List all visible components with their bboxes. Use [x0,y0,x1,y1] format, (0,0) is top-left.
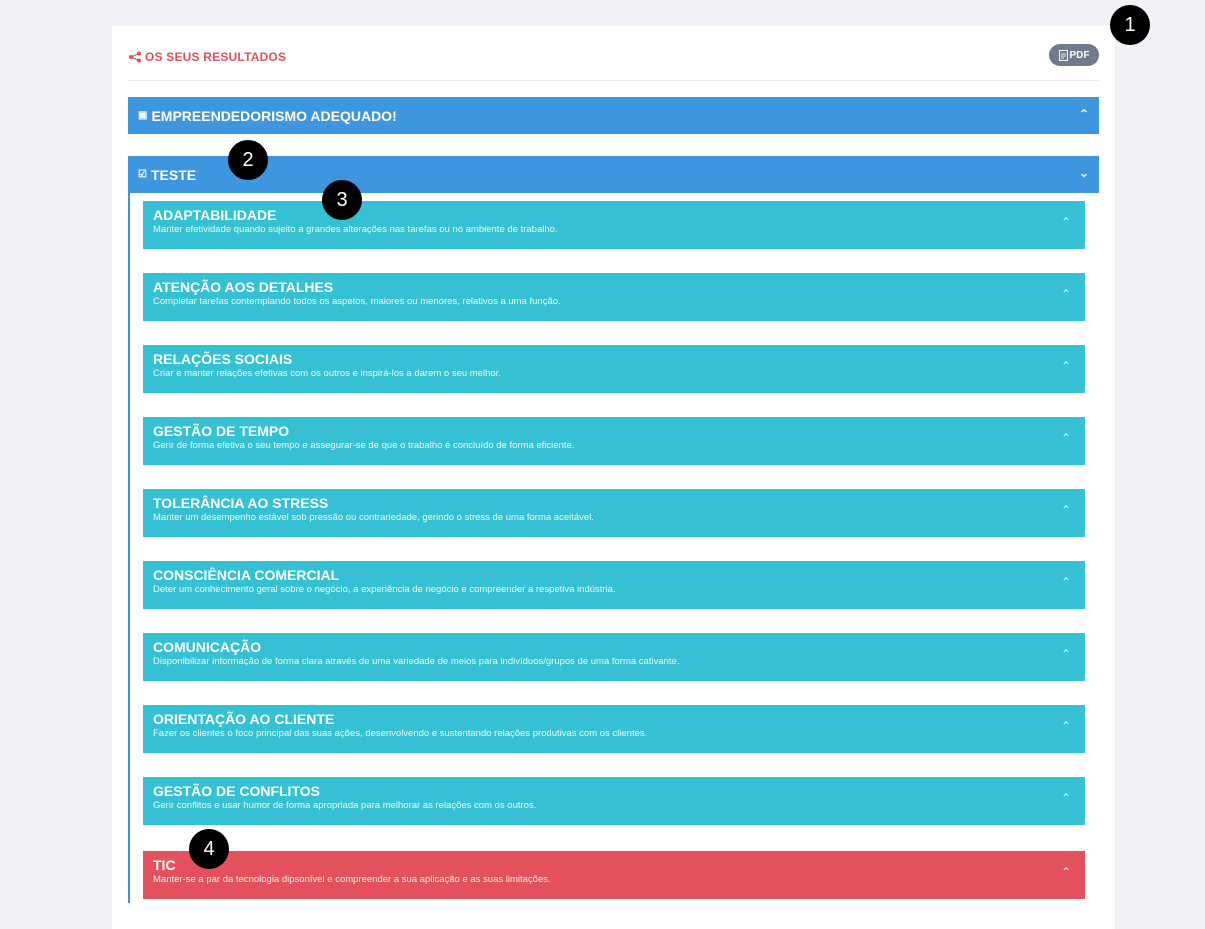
skill-description: Gerir conflitos e usar humor de forma ap… [153,800,537,811]
skill-description: Disponibilizar informação de forma clara… [153,656,680,667]
pdf-icon [1058,49,1068,61]
skill-title: TOLERÂNCIA AO STRESS [153,495,329,511]
skill-tic[interactable]: TIC Manter-se a par da tecnologia dipson… [143,851,1085,899]
skill-title: TIC [153,857,176,873]
chevron-up-icon[interactable]: ⌃ [1061,287,1071,301]
skill-title: ORIENTAÇÃO AO CLIENTE [153,711,335,727]
skill-description: Fazer os clientes o foco principal das s… [153,728,648,739]
checklist-icon: ☑ [138,169,147,180]
chevron-up-icon[interactable]: ⌃ [1061,575,1071,589]
skill-title: CONSCIÊNCIA COMERCIAL [153,567,340,583]
skill-title: GESTÃO DE CONFLITOS [153,783,320,799]
share-icon [129,51,141,63]
skill-description: Manter-se a par da tecnologia dipsonível… [153,874,551,885]
skill-title: COMUNICAÇÃO [153,639,262,655]
section-title: TESTE [150,166,197,183]
skill-title: ATENÇÃO AOS DETALHES [153,279,334,295]
section-title: EMPREENDEDORISMO ADEQUADO! [151,107,397,124]
section-teste[interactable]: ☑ TESTE ⌄ [128,156,1099,193]
skill-adaptabilidade[interactable]: ADAPTABILIDADE Manter efetividade quando… [143,201,1085,249]
callout-marker-3: 3 [322,180,362,220]
callout-marker-4: 4 [189,829,229,869]
pdf-button-label: PDF [1069,49,1090,61]
results-header: OS SEUS RESULTADOS PDF [128,42,1099,81]
skill-description: Manter efetividade quando sujeito a gran… [153,224,558,235]
skill-orientacao-ao-cliente[interactable]: ORIENTAÇÃO AO CLIENTE Fazer os clientes … [143,705,1085,753]
chevron-up-icon[interactable]: ⌃ [1061,865,1071,879]
chevron-up-icon[interactable]: ⌃ [1061,431,1071,445]
results-title-text: OS SEUS RESULTADOS [145,50,287,64]
chevron-down-icon[interactable]: ⌄ [1079,166,1089,180]
chevron-up-icon[interactable]: ⌃ [1061,791,1071,805]
chevron-up-icon[interactable]: ⌃ [1061,647,1071,661]
section-empreendedorismo[interactable]: ▣ EMPREENDEDORISMO ADEQUADO! ⌃ [128,97,1099,134]
chevron-up-icon[interactable]: ⌃ [1061,503,1071,517]
skill-relacoes-sociais[interactable]: RELAÇÕES SOCIAIS Criar e manter relações… [143,345,1085,393]
briefcase-icon: ▣ [138,110,148,121]
skill-consciencia-comercial[interactable]: CONSCIÊNCIA COMERCIAL Deter um conhecime… [143,561,1085,609]
skill-description: Deter um conhecimento geral sobre o negó… [153,584,616,595]
chevron-up-icon[interactable]: ⌃ [1061,719,1071,733]
skill-title: RELAÇÕES SOCIAIS [153,351,293,367]
results-title-link[interactable]: OS SEUS RESULTADOS [128,50,286,64]
skill-tolerancia-ao-stress[interactable]: TOLERÂNCIA AO STRESS Manter um desempenh… [143,489,1085,537]
callout-marker-1: 1 [1110,5,1150,45]
skill-gestao-de-tempo[interactable]: GESTÃO DE TEMPO Gerir de forma efetiva o… [143,417,1085,465]
skill-atencao-aos-detalhes[interactable]: ATENÇÃO AOS DETALHES Completar tarefas c… [143,273,1085,321]
skill-gestao-de-conflitos[interactable]: GESTÃO DE CONFLITOS Gerir conflitos e us… [143,777,1085,825]
chevron-up-icon[interactable]: ⌃ [1061,215,1071,229]
skill-description: Completar tarefas contemplando todos os … [153,296,561,307]
skill-description: Criar e manter relações efetivas com os … [153,368,501,379]
skill-comunicacao[interactable]: COMUNICAÇÃO Disponibilizar informação de… [143,633,1085,681]
pdf-button[interactable]: PDF [1049,44,1099,66]
skill-description: Manter um desempenho estável sob pressão… [153,512,594,523]
chevron-up-icon[interactable]: ⌃ [1061,359,1071,373]
skill-description: Gerir de forma efetiva o seu tempo e ass… [153,440,575,451]
skill-title: ADAPTABILIDADE [153,207,277,223]
callout-marker-2: 2 [228,140,268,180]
skill-title: GESTÃO DE TEMPO [153,423,290,439]
chevron-up-icon[interactable]: ⌃ [1079,107,1089,121]
